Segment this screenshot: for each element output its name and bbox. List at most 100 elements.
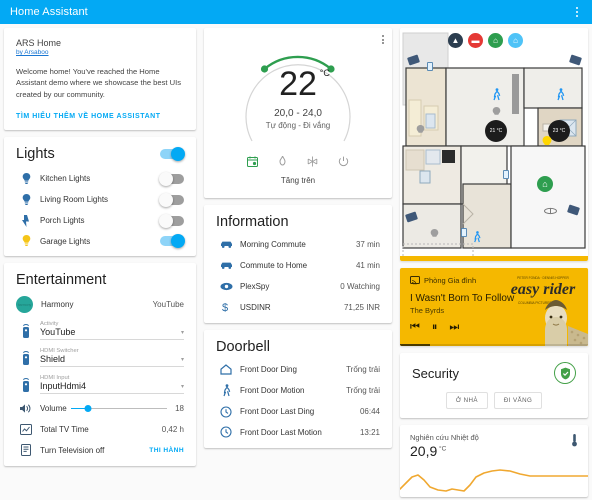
- doorbell-label: Front Door Last Motion: [236, 428, 360, 437]
- security-card: Security Ở NHÀ ĐI VẮNG: [400, 353, 588, 418]
- info-row-usdinr[interactable]: $ USDINR 71,25 INR: [204, 297, 392, 323]
- hdmi-switcher-select-row[interactable]: HDMI Switcher Shield ▾: [4, 344, 196, 371]
- light-toggle-living-room[interactable]: [160, 195, 184, 205]
- camera-icon[interactable]: [406, 213, 417, 221]
- entertainment-title: Entertainment: [4, 263, 196, 292]
- pause-button[interactable]: ⏸: [432, 322, 438, 333]
- light-toggle-porch[interactable]: [160, 216, 184, 226]
- remote-icon: [16, 351, 36, 365]
- volume-row[interactable]: Volume 18: [4, 398, 196, 419]
- doorbell-row-last-ding[interactable]: Front Door Last Ding 06:44: [204, 401, 392, 422]
- lights-master-toggle[interactable]: [160, 149, 184, 159]
- arm-away-button[interactable]: ĐI VẮNG: [494, 392, 542, 409]
- hdmi-input-value: InputHdmi4: [40, 381, 86, 391]
- media-artist: The Byrds: [410, 306, 578, 315]
- column-left: ARS Home by Arsaboo Welcome home! You've…: [0, 24, 200, 477]
- temperature-sensor-card: Nghiên cứu Nhiệt độ 20,9 °C: [400, 425, 588, 497]
- thermostat-range: 20,0 - 24,0: [274, 108, 322, 119]
- door-icon[interactable]: [503, 170, 509, 179]
- lightbulb-icon: [16, 235, 36, 247]
- schedule-icon[interactable]: [247, 156, 258, 170]
- activity-select-row[interactable]: Activity YouTube ▾: [4, 317, 196, 344]
- hdmi-input-select-row[interactable]: HDMI Input InputHdmi4 ▾: [4, 371, 196, 398]
- flame-icon[interactable]: [278, 156, 287, 170]
- light-row-kitchen[interactable]: Kitchen Lights: [4, 168, 196, 189]
- security-title: Security: [412, 366, 459, 381]
- media-controls: ⏮ ⏸ ⏭: [410, 322, 578, 333]
- harmony-row[interactable]: harmony Harmony YouTube: [4, 292, 196, 317]
- info-value: 41 min: [356, 261, 380, 270]
- light-row-garage[interactable]: Garage Lights: [4, 231, 196, 256]
- turn-tv-off-button[interactable]: THI HÀNH: [149, 447, 184, 454]
- doorbell-title: Doorbell: [204, 330, 392, 359]
- home-blue-icon[interactable]: ⌂: [508, 33, 523, 48]
- media-progress-bar[interactable]: [400, 344, 588, 346]
- more-vert-icon[interactable]: [572, 5, 583, 20]
- camera-icon[interactable]: [568, 206, 579, 214]
- door-icon[interactable]: [427, 62, 433, 71]
- info-row-plexspy[interactable]: PlexSpy 0 Watching: [204, 276, 392, 297]
- arm-home-button[interactable]: Ở NHÀ: [446, 392, 488, 409]
- welcome-author-link[interactable]: by Arsaboo: [16, 49, 184, 56]
- tv-time-row[interactable]: Total TV Time 0,42 h: [4, 419, 196, 440]
- camera-icon[interactable]: [408, 56, 419, 64]
- activity-select[interactable]: Activity YouTube ▾: [36, 321, 184, 340]
- info-row-commute-home[interactable]: Commute to Home 41 min: [204, 255, 392, 276]
- lightbulb-icon[interactable]: [430, 228, 439, 246]
- person-icon[interactable]: [491, 88, 502, 106]
- info-label: Morning Commute: [236, 240, 356, 249]
- light-toggle-kitchen[interactable]: [160, 174, 184, 184]
- plex-icon[interactable]: ▲: [448, 33, 463, 48]
- hdmi-switcher-select[interactable]: HDMI Switcher Shield ▾: [36, 348, 184, 367]
- previous-track-button[interactable]: ⏮: [410, 322, 420, 333]
- light-toggle-garage[interactable]: [160, 236, 184, 246]
- volume-slider[interactable]: [71, 404, 167, 414]
- doorbell-label: Front Door Ding: [236, 365, 346, 374]
- power-icon[interactable]: [338, 156, 349, 170]
- doorbell-value: Trống trải: [346, 386, 380, 395]
- security-header: Security: [400, 353, 588, 386]
- chevron-down-icon: ▾: [181, 356, 184, 364]
- door-icon[interactable]: [461, 228, 467, 237]
- doorbell-label: Front Door Motion: [236, 386, 346, 395]
- home-green-indicator-icon[interactable]: ⌂: [537, 176, 553, 192]
- column-middle: 22°C 20,0 - 24,0 Tự động - Đi vắng: [200, 24, 396, 459]
- media-player-card: PETER FONDA · DENNIS HOPPER easy rider C…: [400, 268, 588, 346]
- media-info: Phòng Gia đình I Wasn't Born To Follow T…: [400, 268, 588, 341]
- welcome-text: Welcome home! You've reached the Home As…: [16, 66, 184, 100]
- thermostat-dial[interactable]: 22°C 20,0 - 24,0 Tự động - Đi vắng: [232, 36, 364, 154]
- lightbulb-icon[interactable]: [416, 124, 425, 142]
- shield-check-icon[interactable]: [554, 362, 576, 384]
- floorplan-thermostat-upper[interactable]: 21 °C: [485, 120, 507, 142]
- person-icon[interactable]: [472, 230, 482, 248]
- next-track-button[interactable]: ⏭: [449, 322, 459, 333]
- turn-tv-off-row[interactable]: Turn Television off THI HÀNH: [4, 440, 196, 466]
- light-row-porch[interactable]: Porch Lights: [4, 210, 196, 231]
- light-row-living-room[interactable]: Living Room Lights: [4, 189, 196, 210]
- volume-label: Volume: [36, 404, 67, 413]
- info-row-morning-commute[interactable]: Morning Commute 37 min: [204, 234, 392, 255]
- snowflake-icon[interactable]: [307, 156, 318, 170]
- thermostat-menu-icon[interactable]: [382, 35, 384, 44]
- floorplan-card: ▲ ▬ ⌂ ⌂: [400, 28, 588, 261]
- learn-more-button[interactable]: TÌM HIỂU THÊM VỀ HOME ASSISTANT: [4, 104, 196, 130]
- doorbell-row-ding[interactable]: Front Door Ding Trống trải: [204, 359, 392, 380]
- lightbulb-icon: [16, 173, 36, 185]
- home-green-icon[interactable]: ⌂: [488, 33, 503, 48]
- sensor-header: Nghiên cứu Nhiệt độ 20,9 °C: [400, 425, 588, 459]
- fan-icon[interactable]: [544, 203, 557, 221]
- doorbell-row-last-motion[interactable]: Front Door Last Motion 13:21: [204, 422, 392, 448]
- camera-icon[interactable]: [570, 56, 581, 64]
- thermostat-modes: [204, 156, 392, 170]
- floorplan-shortcuts: ▲ ▬ ⌂ ⌂: [448, 33, 523, 48]
- lightning-bolt-icon: [16, 215, 36, 227]
- script-icon: [16, 444, 36, 456]
- tv-icon[interactable]: ▬: [468, 33, 483, 48]
- lightbulb-on-icon[interactable]: [541, 136, 553, 155]
- svg-text:$: $: [222, 302, 228, 313]
- hdmi-input-select[interactable]: HDMI Input InputHdmi4 ▾: [36, 375, 184, 394]
- doorbell-row-motion[interactable]: Front Door Motion Trống trải: [204, 380, 392, 401]
- thermometer-icon: [571, 433, 578, 459]
- info-value: 37 min: [356, 240, 380, 249]
- person-icon[interactable]: [555, 88, 566, 106]
